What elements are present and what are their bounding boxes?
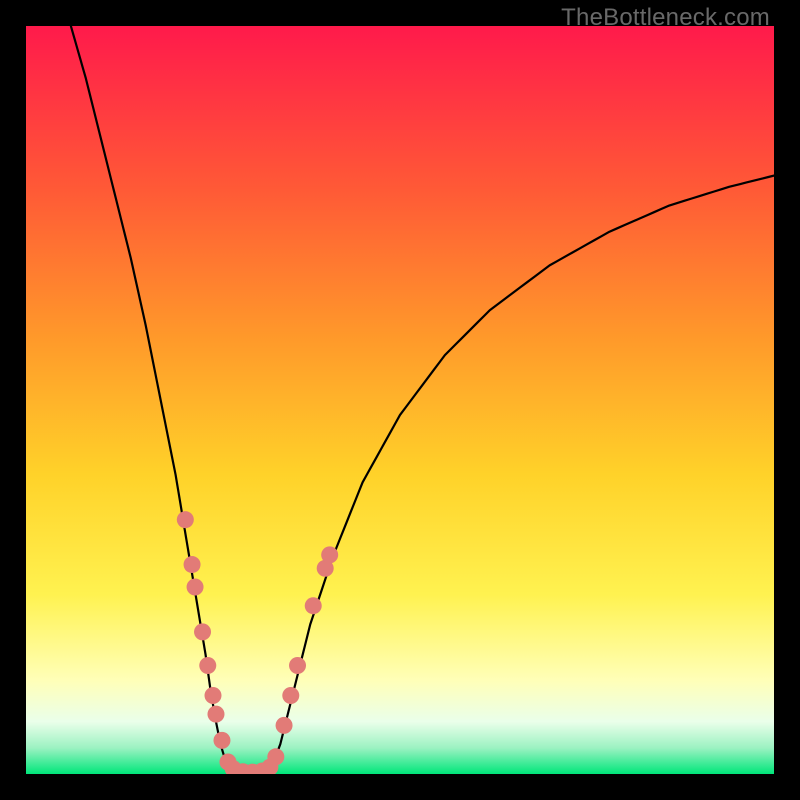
chart-frame [26, 26, 774, 774]
data-marker [289, 657, 306, 674]
data-marker [184, 556, 201, 573]
data-marker [213, 732, 230, 749]
data-marker [276, 717, 293, 734]
data-marker [282, 687, 299, 704]
chart-svg [26, 26, 774, 774]
data-marker [321, 546, 338, 563]
data-marker [187, 579, 204, 596]
chart-background-gradient [26, 26, 774, 774]
data-marker [305, 597, 322, 614]
data-marker [207, 706, 224, 723]
data-marker [199, 657, 216, 674]
data-marker [267, 748, 284, 765]
data-marker [194, 623, 211, 640]
data-marker [177, 511, 194, 528]
data-marker [205, 687, 222, 704]
